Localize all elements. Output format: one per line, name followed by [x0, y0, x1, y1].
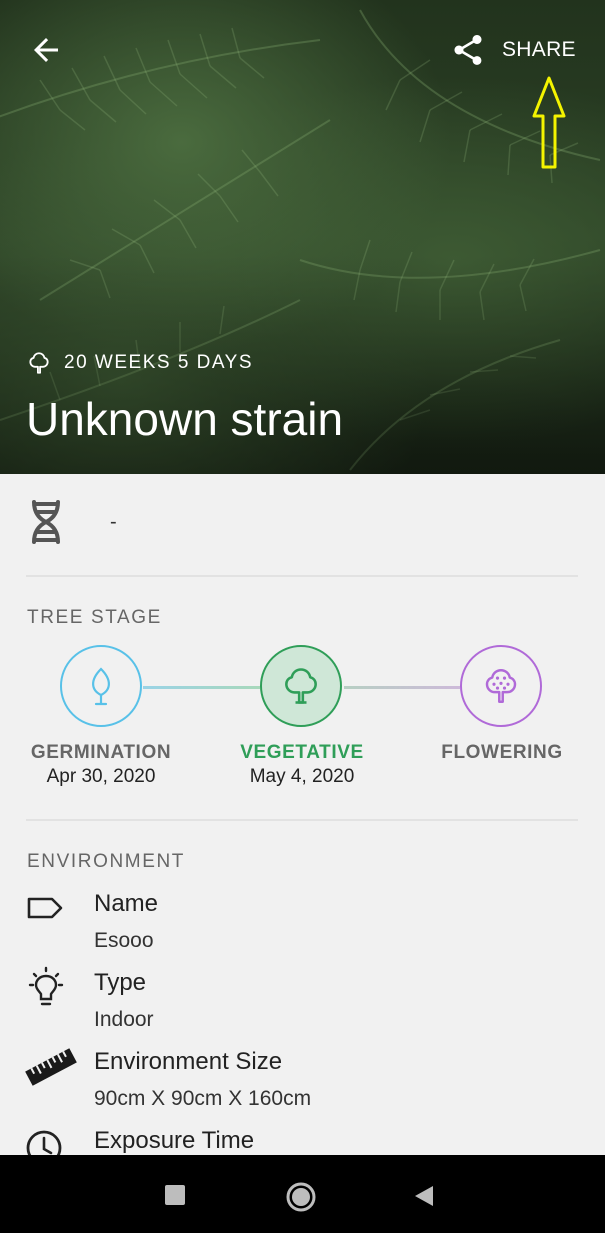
stage-connector — [143, 686, 260, 689]
genetics-row: - — [26, 498, 117, 546]
home-button[interactable] — [285, 1181, 317, 1213]
tree-icon — [29, 352, 49, 374]
android-navigation-bar — [0, 1155, 605, 1233]
strain-title: Unknown strain — [26, 393, 344, 445]
env-name-label: Name — [94, 890, 159, 917]
stage-flowering-label: FLOWERING — [441, 742, 563, 763]
stage-vegetative-label: VEGETATIVE — [240, 742, 364, 763]
annotation-arrow-icon — [532, 76, 566, 169]
genetics-value: - — [110, 510, 117, 533]
tree-stage-section-title: TREE STAGE — [27, 607, 162, 628]
stage-vegetative[interactable] — [260, 645, 342, 727]
recents-button[interactable] — [165, 1185, 187, 1207]
share-icon — [454, 35, 482, 65]
env-exposure-label: Exposure Time — [94, 1127, 255, 1154]
arrow-back-icon — [34, 38, 58, 62]
seedling-leaf-icon — [92, 667, 110, 706]
flowering-tree-icon — [485, 669, 517, 703]
share-label: SHARE — [502, 38, 576, 61]
back-nav-button[interactable] — [413, 1184, 435, 1208]
back-button[interactable] — [28, 32, 64, 68]
environment-section-title: ENVIRONMENT — [27, 851, 185, 872]
stage-germination-label: GERMINATION — [30, 742, 172, 763]
home-circle-icon — [286, 1182, 316, 1212]
ruler-icon — [25, 1048, 77, 1086]
recents-square-icon — [165, 1185, 185, 1205]
share-button[interactable]: SHARE — [450, 30, 576, 70]
divider — [26, 575, 578, 577]
stage-connector — [344, 686, 460, 689]
back-triangle-icon — [415, 1186, 433, 1206]
bulb-icon — [28, 966, 64, 1006]
tag-icon — [27, 897, 63, 919]
stage-germination-date: Apr 30, 2020 — [46, 766, 156, 787]
stage-flowering[interactable] — [460, 645, 542, 727]
plant-age: 20 WEEKS 5 DAYS — [26, 350, 253, 376]
divider — [26, 819, 578, 821]
stage-vegetative-date: May 4, 2020 — [249, 766, 355, 787]
plant-age-label: 20 WEEKS 5 DAYS — [64, 352, 253, 373]
dna-icon — [32, 500, 60, 544]
tree-icon — [285, 668, 317, 704]
stage-germination[interactable] — [60, 645, 142, 727]
env-size-label: Environment Size — [94, 1048, 283, 1075]
env-type-label: Type — [94, 969, 147, 996]
env-type-value: Indoor — [94, 1008, 154, 1031]
env-name-value: Esooo — [94, 929, 154, 952]
env-size-value: 90cm X 90cm X 160cm — [94, 1087, 312, 1110]
header-banner: SHARE 20 WEEKS 5 DAYS Unknown strain — [0, 0, 605, 474]
